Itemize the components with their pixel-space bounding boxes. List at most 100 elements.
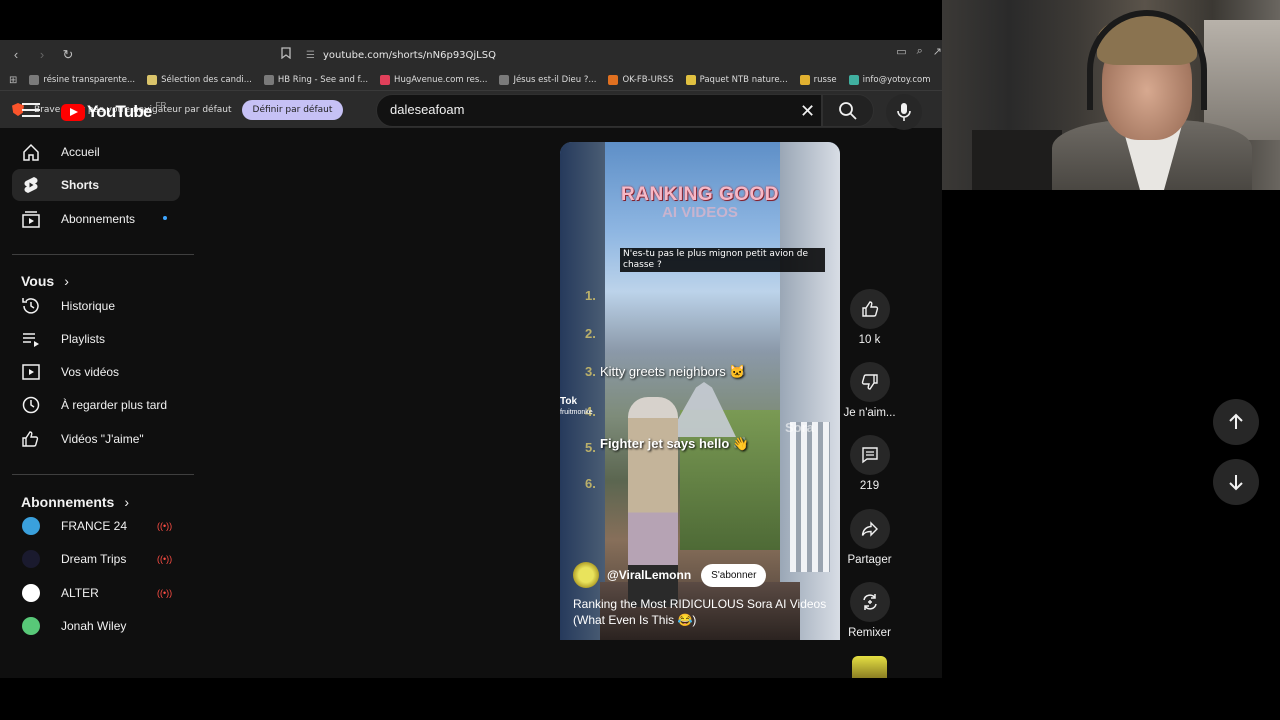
like-button[interactable] [849,289,890,329]
bookmark-favicon-icon [29,75,40,85]
bookmark-label: info@yotoy.com [862,75,931,85]
video-description[interactable]: Ranking the Most RIDICULOUS Sora AI Vide… [573,596,828,628]
watch-later-icon [22,396,40,414]
bookmark-item[interactable]: HugAvenue.com res... [380,75,487,85]
subscription-channel[interactable]: FRANCE 24 ((•)) [12,510,180,542]
bookmark-item[interactable]: russe [799,75,837,85]
share-button[interactable] [849,509,890,549]
liked-videos-icon [22,431,39,447]
share-action: Partager [847,509,892,566]
like-count: 10 k [858,334,881,346]
shorts-video-player[interactable]: RANKING GOOD AI VIDEOS N'es-tu pas le pl… [560,142,840,640]
remix-action: Remixer [848,582,891,639]
channel-avatar[interactable] [573,562,599,588]
voice-search-button[interactable] [886,94,922,130]
video-caption: N'es-tu pas le plus mignon petit avion d… [620,248,825,272]
subscribe-button[interactable]: S'abonner [701,563,767,587]
live-indicator-icon: ((•)) [157,554,173,564]
ranking-number: 1. [585,288,596,303]
sidebar-item-vid-os-j-aime-[interactable]: Vidéos "J'aime" [12,423,180,455]
subscription-channel[interactable]: ALTER ((•)) [12,577,180,609]
you-section-title[interactable]: Vous › [21,273,69,289]
bookmark-item[interactable]: Sélection des candi... [147,75,252,85]
search-icon [839,102,857,120]
menu-icon[interactable] [22,103,40,117]
youtube-logo[interactable]: YouTube FR [61,101,166,122]
sidebar-divider [12,474,194,475]
ranking-number: 3. [585,364,596,379]
previous-short-button[interactable] [1213,399,1259,445]
forward-icon[interactable]: › [32,45,52,65]
shorts-icon [24,177,38,193]
sidebar-item-label: Vos vidéos [61,365,120,379]
channel-avatar [22,617,40,635]
microphone-icon [897,103,911,121]
ranking-number: 5. [585,440,596,455]
channel-name[interactable]: @ViralLemonn [607,568,691,582]
subscriptions-section-title[interactable]: Abonnements › [21,494,129,510]
sidebar-item-historique[interactable]: Historique [12,290,180,322]
subscription-channel[interactable]: Jonah Wiley [12,610,180,642]
youtube-wordmark: YouTube [87,102,152,121]
share-label: Partager [847,554,892,566]
bookmark-favicon-icon [263,75,274,85]
youtube-play-icon [61,103,85,121]
video-overlay-subtitle: AI VIDEOS [662,204,738,221]
reload-icon[interactable]: ↻ [58,45,78,65]
search-box [376,94,822,127]
bookmark-item[interactable]: HB Ring - See and f... [263,75,368,85]
bookmark-item[interactable]: Paquet NTB nature... [685,75,788,85]
share-page-icon[interactable]: ↗ [933,45,942,58]
site-info-icon[interactable]: ☰ [306,50,315,61]
dislike-button[interactable] [849,362,890,402]
bookmark-item[interactable]: résine transparente... [29,75,135,85]
bookmark-favicon-icon [608,75,619,85]
share-icon [861,521,878,537]
zoom-icon[interactable]: ⌕ [917,45,923,58]
search-button[interactable] [822,94,874,127]
bookmark-label: résine transparente... [43,75,136,85]
bookmarks-bar: ⊞ résine transparente... Sélection des ca… [0,70,942,90]
sidebar-item-label: Vidéos "J'aime" [61,432,144,446]
back-icon[interactable]: ‹ [6,45,26,65]
home-icon [23,143,39,161]
search-input[interactable] [390,102,770,117]
history-icon [22,298,39,314]
live-indicator-icon: ((•)) [157,588,173,598]
address-bar[interactable]: ☰ youtube.com/shorts/nN6p93QjLSQ [306,50,496,61]
remix-button[interactable] [849,582,890,622]
channel-label: ALTER [61,586,99,600]
sidebar-item-shorts[interactable]: Shorts [12,169,180,201]
channel-avatar [22,517,40,535]
clear-search-icon[interactable]: ✕ [800,102,815,120]
sidebar-item-playlists[interactable]: Playlists [12,323,180,355]
subscription-channel[interactable]: Dream Trips ((•)) [12,543,180,575]
video-railing [790,422,830,572]
bookmark-favicon-icon [380,75,391,85]
sidebar-item-label: Accueil [61,145,100,159]
sidebar-item-accueil[interactable]: Accueil [12,136,180,168]
comments-button[interactable] [849,435,890,475]
channel-avatar [22,584,40,602]
bookmark-item[interactable]: info@yotoy.com [848,75,931,85]
url-text: youtube.com/shorts/nN6p93QjLSQ [322,49,496,61]
apps-grid-icon[interactable]: ⊞ [9,75,17,86]
next-short-thumbnail[interactable] [852,656,887,678]
tiktok-watermark: Tok fruitmonke [560,396,593,416]
bookmark-item[interactable]: Jésus est-il Dieu ?... [499,75,596,85]
sidebar-item-vos-vid-os[interactable]: Vos vidéos [12,356,180,388]
ranking-number: 2. [585,326,596,341]
bookmark-item[interactable]: OK-FB-URSS [608,75,674,85]
sidebar: Accueil Shorts Abonnements Vous › Historiqu… [0,136,194,638]
cast-icon[interactable]: ▭ [896,45,906,58]
ranking-item-2: Kitty greets neighbors 🐱 [600,364,746,379]
dislike-action: Je n'aim... [843,362,896,419]
bookmark-favicon-icon [499,75,510,85]
live-indicator-icon: ((•)) [157,521,173,531]
sidebar-item--regarder-plus-tard[interactable]: À regarder plus tard [12,389,180,421]
bookmark-icon[interactable] [276,45,296,65]
next-short-button[interactable] [1213,459,1259,505]
sidebar-item-abonnements[interactable]: Abonnements [12,203,180,235]
bookmark-favicon-icon [685,75,696,85]
thumbs-down-icon [861,374,878,390]
